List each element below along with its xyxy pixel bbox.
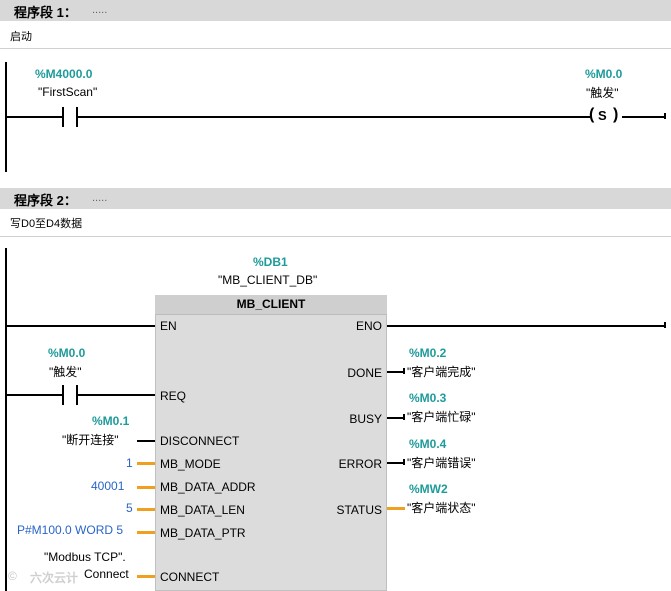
network-1-wire-left (5, 116, 63, 118)
eno-wire-end (664, 322, 666, 328)
busy-name[interactable]: "客户端忙碌" (407, 408, 476, 425)
network-2-comment-separator (0, 236, 671, 237)
pin-disconnect[interactable]: DISCONNECT (160, 434, 239, 448)
mb-data-ptr-wire (137, 531, 155, 534)
req-contact-address[interactable]: %M0.0 (48, 346, 85, 360)
connect-value-line2[interactable]: Connect (84, 567, 129, 581)
error-name[interactable]: "客户端错误" (407, 454, 476, 471)
pin-mb-data-addr[interactable]: MB_DATA_ADDR (160, 480, 256, 494)
pin-busy[interactable]: BUSY (330, 412, 382, 426)
mb-data-addr-wire (137, 486, 155, 489)
done-address[interactable]: %M0.2 (409, 346, 446, 360)
firstscan-address[interactable]: %M4000.0 (35, 67, 92, 81)
mb-data-ptr-value[interactable]: P#M100.0 WORD 5 (17, 523, 123, 537)
req-wire-right (78, 394, 155, 396)
connect-value-line1[interactable]: "Modbus TCP". (44, 550, 126, 564)
watermark-logo-icon: © (8, 569, 17, 583)
disconnect-wire (137, 440, 155, 442)
watermark-text: 六次云计 (30, 571, 79, 585)
disconnect-address[interactable]: %M0.1 (92, 414, 129, 428)
pin-connect[interactable]: CONNECT (160, 570, 219, 584)
coil-name[interactable]: "触发" (586, 84, 619, 101)
busy-address[interactable]: %M0.3 (409, 391, 446, 405)
mb-data-len-value[interactable]: 5 (126, 501, 133, 515)
mb-data-addr-value[interactable]: 40001 (91, 479, 124, 493)
status-address[interactable]: %MW2 (409, 482, 448, 496)
pin-mb-mode[interactable]: MB_MODE (160, 457, 221, 471)
eno-wire (387, 325, 664, 327)
mb-data-len-wire (137, 508, 155, 511)
mb-client-block-title: MB_CLIENT (236, 297, 306, 311)
busy-wire (387, 417, 403, 419)
set-coil-open: ( (589, 106, 595, 123)
network-1-header[interactable]: 程序段 1： ..... (0, 0, 671, 21)
coil-address[interactable]: %M0.0 (585, 67, 622, 81)
network-1-wire-mid (78, 116, 590, 118)
error-wire (387, 462, 403, 464)
status-name[interactable]: "客户端状态" (407, 499, 476, 516)
db-address[interactable]: %DB1 (253, 255, 288, 269)
mb-mode-wire (137, 462, 155, 465)
pin-status[interactable]: STATUS (320, 503, 382, 517)
busy-wire-end (403, 414, 405, 420)
set-coil-symbol[interactable]: S (598, 108, 607, 123)
network-2-header[interactable]: 程序段 2： ..... (0, 188, 671, 209)
firstscan-name[interactable]: "FirstScan" (38, 85, 97, 99)
en-wire (5, 325, 155, 327)
set-coil-close: ) (613, 106, 619, 123)
mb-mode-value[interactable]: 1 (126, 456, 133, 470)
req-contact-name[interactable]: "触发" (49, 363, 82, 380)
firstscan-contact-left[interactable] (62, 107, 64, 127)
connect-wire (137, 575, 155, 578)
pin-req[interactable]: REQ (160, 389, 186, 403)
network-2-title-dots[interactable]: ..... (92, 192, 107, 204)
req-contact-left[interactable] (62, 385, 64, 405)
done-wire-end (403, 368, 405, 374)
pin-mb-data-ptr[interactable]: MB_DATA_PTR (160, 526, 246, 540)
network-2-title: 程序段 2： (14, 193, 77, 208)
network-1-title-dots[interactable]: ..... (92, 4, 107, 16)
pin-eno[interactable]: ENO (340, 319, 382, 333)
db-name[interactable]: "MB_CLIENT_DB" (218, 273, 317, 287)
network-1-comment[interactable]: 启动 (10, 28, 32, 44)
done-wire (387, 371, 403, 373)
network-1-comment-separator (0, 48, 671, 49)
pin-en[interactable]: EN (160, 319, 177, 333)
disconnect-name[interactable]: "断开连接" (62, 431, 119, 448)
done-name[interactable]: "客户端完成" (407, 363, 476, 380)
error-address[interactable]: %M0.4 (409, 437, 446, 451)
network-1-wire-end (664, 113, 666, 119)
network-2-comment[interactable]: 写D0至D4数据 (10, 215, 82, 231)
error-wire-end (403, 459, 405, 465)
pin-mb-data-len[interactable]: MB_DATA_LEN (160, 503, 245, 517)
pin-error[interactable]: ERROR (330, 457, 382, 471)
req-wire-left (5, 394, 63, 396)
pin-done[interactable]: DONE (330, 366, 382, 380)
mb-client-block-header[interactable]: MB_CLIENT (155, 295, 387, 315)
network-1-title: 程序段 1： (14, 5, 77, 20)
status-wire (387, 507, 405, 510)
network-1-wire-right (622, 116, 664, 118)
network-2-power-rail (5, 248, 7, 591)
